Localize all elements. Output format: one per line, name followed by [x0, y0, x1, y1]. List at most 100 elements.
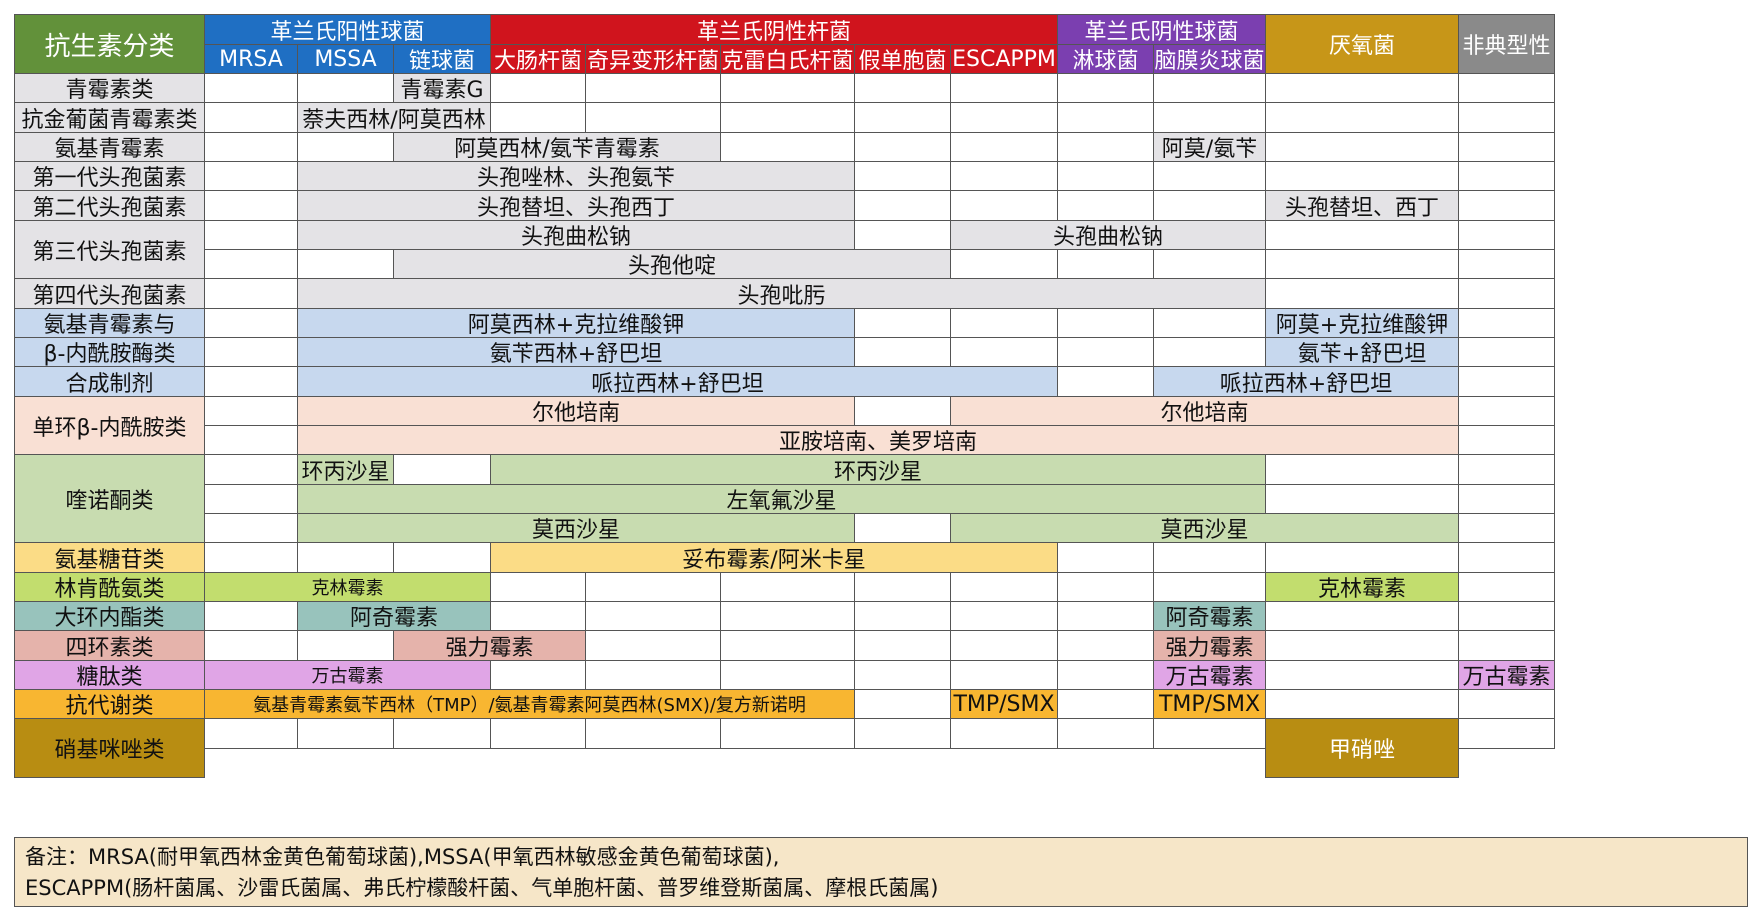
organism-header-klebsiella: 克雷白氏杆菌 [720, 44, 855, 74]
grid-cell [585, 601, 721, 631]
grid-cell [950, 132, 1058, 162]
drug-vancomycin-2: 万古霉素 [1153, 660, 1266, 690]
drug-vancomycin-3: 万古霉素 [1458, 660, 1555, 690]
grid-cell [1458, 513, 1555, 543]
class-label-ceph4: 第四代头孢菌素 [14, 278, 205, 309]
drug-vancomycin: 万古霉素 [204, 660, 491, 690]
class-label-aminoglycoside: 氨基糖苷类 [14, 542, 205, 573]
class-label-quinolone: 喹诺酮类 [14, 454, 205, 543]
grid-cell [297, 542, 394, 573]
class-label-glycopeptide: 糖肽类 [14, 660, 205, 690]
grid-cell [1153, 102, 1266, 133]
grid-cell [950, 630, 1058, 661]
grid-cell [204, 132, 298, 162]
class-label-anti-staph: 抗金葡菌青霉素类 [14, 102, 205, 133]
organism-header-proteus: 奇异变形杆菌 [585, 44, 721, 74]
class-label-ceph1: 第一代头孢菌素 [14, 161, 205, 191]
grid-cell [1458, 572, 1555, 602]
class-label-ceph3: 第三代头孢菌素 [14, 220, 205, 279]
class-label-nitroimidazole: 硝基咪唑类 [14, 718, 205, 778]
grid-cell [204, 102, 298, 133]
grid-cell [1057, 689, 1154, 719]
class-label-amino-penicillin: 氨基青霉素 [14, 132, 205, 162]
grid-cell [204, 220, 298, 250]
grid-cell [1458, 220, 1555, 250]
grid-cell [1057, 73, 1154, 103]
grid-cell [1265, 102, 1459, 133]
grid-cell [1153, 337, 1266, 367]
grid-cell [1458, 278, 1555, 309]
grid-cell [950, 660, 1058, 690]
drug-doxycycline: 强力霉素 [393, 630, 586, 661]
grid-cell [854, 220, 951, 250]
organism-header-escappm: ESCAPPM [950, 44, 1058, 74]
grid-cell [1265, 278, 1459, 309]
footnote-line2: ESCAPPM(肠杆菌属、沙雷氏菌属、弗氏柠檬酸杆菌、气单胞杆菌、普罗维登斯菌属… [25, 876, 939, 900]
grid-cell [1458, 102, 1555, 133]
grid-cell [585, 660, 721, 690]
footnote: 备注：MRSA(耐甲氧西林金黄色葡萄球菌),MSSA(甲氧西林敏感金黄色葡萄球菌… [14, 837, 1748, 907]
grid-cell [490, 660, 586, 690]
grid-cell [854, 337, 951, 367]
grid-cell [1057, 337, 1154, 367]
grid-cell [1458, 161, 1555, 191]
drug-cefotetan: 头孢替坦、头孢西丁 [297, 190, 855, 221]
grid-cell [1458, 630, 1555, 661]
grid-cell [204, 249, 298, 279]
drug-clindamycin-2: 克林霉素 [1265, 572, 1459, 602]
grid-cell [854, 73, 951, 103]
grid-cell [1153, 161, 1266, 191]
grid-cell [854, 102, 951, 133]
grid-cell [297, 249, 394, 279]
grid-cell [950, 102, 1058, 133]
drug-amoxicillin-ampicillin: 阿莫西林/氨苄青霉素 [393, 132, 721, 162]
grid-cell [490, 601, 586, 631]
class-label-lincosamide: 林肯酰氨类 [14, 572, 205, 602]
grid-cell [1265, 73, 1459, 103]
grid-cell [854, 190, 951, 221]
grid-cell [854, 660, 951, 690]
grid-cell [950, 190, 1058, 221]
drug-ceftriaxone-2: 头孢曲松钠 [950, 220, 1266, 250]
grid-cell [297, 73, 394, 103]
grid-cell [204, 425, 298, 455]
grid-cell [720, 102, 855, 133]
grid-cell [854, 513, 951, 543]
grid-cell [204, 278, 298, 309]
drug-imipenem: 亚胺培南、美罗培南 [297, 425, 1459, 455]
drug-cipro-a: 环丙沙星 [297, 454, 394, 485]
grid-cell [585, 73, 721, 103]
grid-cell [1458, 689, 1555, 719]
grid-cell [720, 572, 855, 602]
grid-cell [297, 630, 394, 661]
drug-azithromycin: 阿奇霉素 [297, 601, 491, 631]
antibiotic-classification-table: 抗生素分类 革兰氏阳性球菌 革兰氏阴性杆菌 革兰氏阴性球菌 厌氧菌 非典型性 MRSA MSS… [0, 0, 1761, 920]
grid-cell [854, 689, 951, 719]
drug-tmp-smx-2: TMP/SMX [1153, 689, 1266, 719]
grid-cell [854, 572, 951, 602]
drug-aztreonam-2: 尔他培南 [950, 396, 1459, 426]
grid-cell [1265, 660, 1459, 690]
grid-cell [204, 366, 298, 397]
grid-cell [1153, 308, 1266, 338]
drug-azithromycin-2: 阿奇霉素 [1153, 601, 1266, 631]
grid-cell [1458, 366, 1555, 397]
grid-cell [1265, 601, 1459, 631]
grid-cell [1458, 396, 1555, 426]
drug-ceftazidime: 头孢他啶 [393, 249, 951, 279]
grid-cell [585, 102, 721, 133]
grid-cell [297, 132, 394, 162]
grid-cell [297, 718, 394, 749]
drug-cefepime: 头孢吡肟 [297, 278, 1266, 309]
grid-cell [1057, 132, 1154, 162]
grid-cell [1458, 132, 1555, 162]
grid-cell [1458, 484, 1555, 514]
grid-cell [204, 337, 298, 367]
grid-cell [204, 484, 298, 514]
organism-header-strep: 链球菌 [393, 44, 491, 74]
drug-amp-sulbactam: 氨苄西林+舒巴坦 [297, 337, 855, 367]
organism-header-pseudomonas: 假单胞菌 [854, 44, 951, 74]
grid-cell [854, 718, 951, 749]
grid-cell [1057, 308, 1154, 338]
grid-cell [204, 454, 298, 485]
